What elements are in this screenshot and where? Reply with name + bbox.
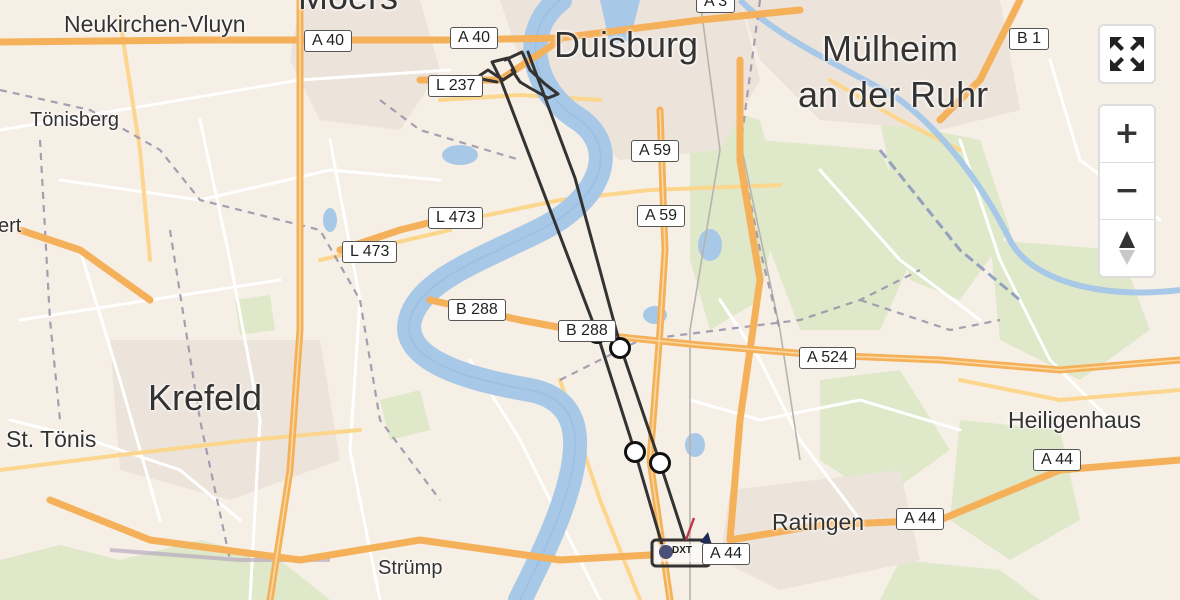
place-label-heiligenhaus: Heiligenhaus (1008, 407, 1141, 433)
road-shield-a44: A 44 (896, 508, 945, 530)
plus-icon: + (1114, 116, 1140, 151)
road-shield-a44: A 44 (702, 543, 751, 565)
zoom-controls[interactable]: + − (1098, 104, 1156, 278)
waypoint-marker (649, 452, 671, 474)
place-label-ratingen: Ratingen (772, 509, 865, 535)
waypoint-marker (624, 441, 646, 463)
road-shield-a44: A 44 (1033, 449, 1082, 471)
place-label-muelheim-line2: an der Ruhr (798, 74, 989, 115)
road-shield-l473: L 473 (428, 207, 484, 229)
compass-button[interactable] (1100, 219, 1154, 276)
road-shield-a524: A 524 (799, 347, 856, 369)
place-label-duisburg: Duisburg (554, 24, 699, 65)
road-shield-l237: L 237 (428, 75, 484, 97)
place-label-krefeld: Krefeld (148, 377, 263, 418)
road-shield-a40: A 40 (304, 30, 353, 52)
road-shield-a3: A 3 (696, 0, 736, 13)
road-shield-a40: A 40 (450, 27, 499, 49)
place-label-struemp: Strümp (378, 557, 443, 579)
fullscreen-icon (1110, 37, 1144, 71)
fullscreen-control[interactable] (1098, 24, 1156, 84)
place-label-partial: ert (0, 215, 22, 237)
place-label-st-toenis: St. Tönis (6, 426, 97, 452)
minus-icon: − (1114, 173, 1140, 208)
road-shield-a59: A 59 (637, 205, 686, 227)
airport-label: DXT (672, 545, 692, 556)
road-shield-b1: B 1 (1009, 28, 1050, 50)
place-label-toenisberg: Tönisberg (30, 109, 119, 131)
compass-icon (1119, 231, 1135, 265)
place-label-moers: Moers (298, 0, 398, 16)
road-shield-b288: B 288 (448, 299, 506, 321)
map-canvas[interactable] (0, 0, 1180, 600)
road-shield-a59: A 59 (631, 140, 680, 162)
fullscreen-button[interactable] (1100, 26, 1154, 82)
place-label-muelheim: Mülheim (822, 28, 959, 69)
zoom-in-button[interactable]: + (1100, 106, 1154, 162)
zoom-out-button[interactable]: − (1100, 162, 1154, 219)
map-view[interactable]: Moers Neukirchen-Vluyn Duisburg Mülheim … (0, 0, 1180, 600)
road-shield-l473: L 473 (342, 241, 398, 263)
place-label-neukirchen-vluyn: Neukirchen-Vluyn (64, 11, 246, 37)
road-shield-b288: B 288 (558, 320, 616, 342)
